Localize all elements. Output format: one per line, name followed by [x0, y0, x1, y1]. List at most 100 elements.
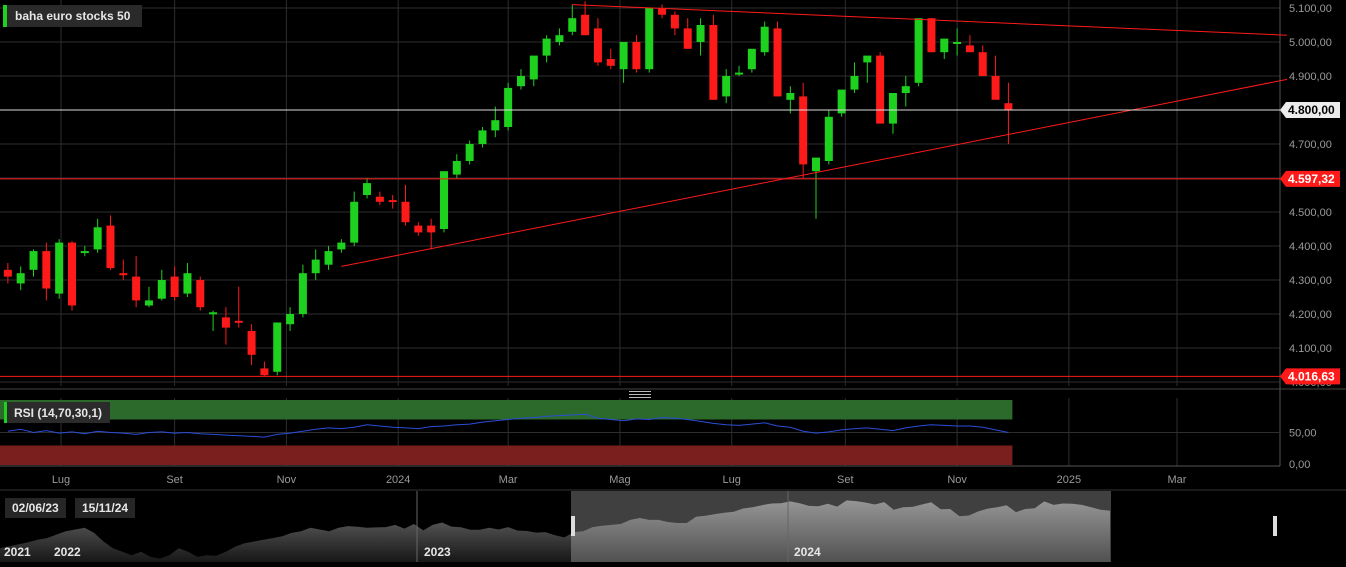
candle-body	[504, 87, 513, 127]
candle-body	[234, 320, 243, 323]
candle-body	[106, 225, 115, 269]
x-tick-label: Set	[837, 474, 854, 486]
navigator	[0, 491, 1277, 562]
candle-body	[786, 93, 795, 100]
y-tick-label: 5.100,00	[1289, 3, 1332, 15]
chart-root: 5.100,00 5.000,00 4.900,00 4.800,00 4.700,00…	[0, 0, 1346, 562]
rsi-overbought-zone	[0, 400, 1013, 420]
candle-body	[311, 259, 320, 274]
range-end-date[interactable]: 15/11/24	[75, 498, 136, 518]
x-tick-label: Nov	[277, 474, 297, 486]
candle-body	[221, 317, 230, 328]
instrument-title[interactable]: baha euro stocks 50	[3, 5, 143, 27]
candle-body	[991, 76, 1000, 100]
candle-body	[350, 201, 359, 243]
candle-body	[478, 130, 487, 144]
candle-body	[529, 55, 538, 80]
rsi-tick-50: 50,00	[1289, 428, 1317, 440]
candle-body	[42, 251, 51, 289]
candle-body	[491, 120, 500, 131]
candle-body	[273, 322, 282, 372]
candle-body	[209, 312, 218, 315]
candle-body	[555, 35, 564, 42]
navigator-year-2021: 2021	[4, 545, 31, 559]
candle-body	[93, 227, 102, 250]
candle-body	[645, 8, 654, 70]
candle-body	[119, 273, 128, 276]
candle-body	[542, 38, 551, 56]
candle-body	[144, 300, 153, 306]
candle-body	[337, 242, 346, 250]
candle-body	[696, 25, 705, 42]
navigator-year-2022: 2022	[54, 545, 81, 559]
candle-body	[414, 225, 423, 233]
candle-body	[439, 171, 448, 229]
candle-body	[632, 42, 641, 70]
candle-body	[452, 161, 461, 175]
candle-body	[824, 116, 833, 161]
navigator-right-handle	[1273, 516, 1277, 536]
candle-body	[16, 273, 25, 284]
x-tick-label: 2025	[1057, 474, 1081, 486]
candle-body	[619, 42, 628, 70]
candle-body	[196, 280, 205, 308]
candle-body	[67, 242, 76, 306]
x-tick-label: Mar	[499, 474, 518, 486]
candle-body	[747, 48, 756, 70]
navigator-year-2024: 2024	[794, 545, 821, 559]
candle-body	[953, 42, 962, 44]
candle-body	[375, 196, 384, 202]
candle-body	[593, 28, 602, 63]
chart-svg: 5.100,00 5.000,00 4.900,00 4.800,00 4.700,00…	[0, 0, 1346, 562]
candle-body	[427, 225, 436, 233]
candle-body	[363, 183, 372, 195]
candle-body	[606, 59, 615, 66]
rsi-indicator-label[interactable]: RSI (14,70,30,1)	[4, 402, 111, 423]
y-tick-label: 4.400,00	[1289, 241, 1332, 253]
candle-body	[863, 55, 872, 63]
candle-body	[55, 242, 64, 294]
candle-body	[401, 201, 410, 223]
trend-lines	[0, 4, 1288, 377]
candle-body	[683, 28, 692, 49]
time-axis: Lug Set Nov 2024 Mar Mag Lug Set Nov 2025 Mar	[52, 474, 1187, 486]
candle-body	[901, 86, 910, 93]
y-tick-label: 5.000,00	[1289, 37, 1332, 49]
candle-body	[927, 18, 936, 53]
panel-splitter-handle[interactable]	[629, 391, 651, 398]
candle-body	[888, 93, 897, 124]
candle-body	[170, 276, 179, 297]
candle-body	[286, 314, 295, 325]
candle-body	[1004, 103, 1013, 110]
candle-body	[80, 251, 89, 254]
candle-body	[324, 251, 333, 265]
candle-body	[965, 45, 974, 53]
candle-body	[850, 76, 859, 90]
candle-body	[132, 276, 141, 301]
candle-body	[914, 18, 923, 83]
candle-body	[760, 26, 769, 53]
navigator-left-handle	[571, 516, 575, 536]
candle-body	[940, 38, 949, 53]
candle-body	[709, 25, 718, 100]
rsi-oversold-zone	[0, 445, 1013, 465]
navigator-year-2023: 2023	[424, 545, 451, 559]
level-low-tag: 4.016,63	[1288, 369, 1335, 383]
rsi-panel: 50,00 0,00	[0, 400, 1317, 471]
x-tick-label: Lug	[52, 474, 70, 486]
candle-body	[183, 273, 192, 294]
range-start-date[interactable]: 02/06/23	[5, 498, 66, 518]
candle-body	[978, 52, 987, 76]
candle-body	[298, 273, 307, 314]
current-price-tag: 4.800,00	[1288, 103, 1335, 117]
candle-body	[3, 269, 12, 277]
x-tick-label: Lug	[723, 474, 741, 486]
candle-body	[581, 14, 590, 36]
candle-body	[773, 28, 782, 97]
y-tick-label: 4.700,00	[1289, 139, 1332, 151]
candle-body	[670, 14, 679, 29]
level-high-tag: 4.597,32	[1288, 172, 1335, 186]
navigator-selection	[571, 491, 1111, 562]
y-tick-label: 4.500,00	[1289, 207, 1332, 219]
candle-body	[799, 96, 808, 165]
